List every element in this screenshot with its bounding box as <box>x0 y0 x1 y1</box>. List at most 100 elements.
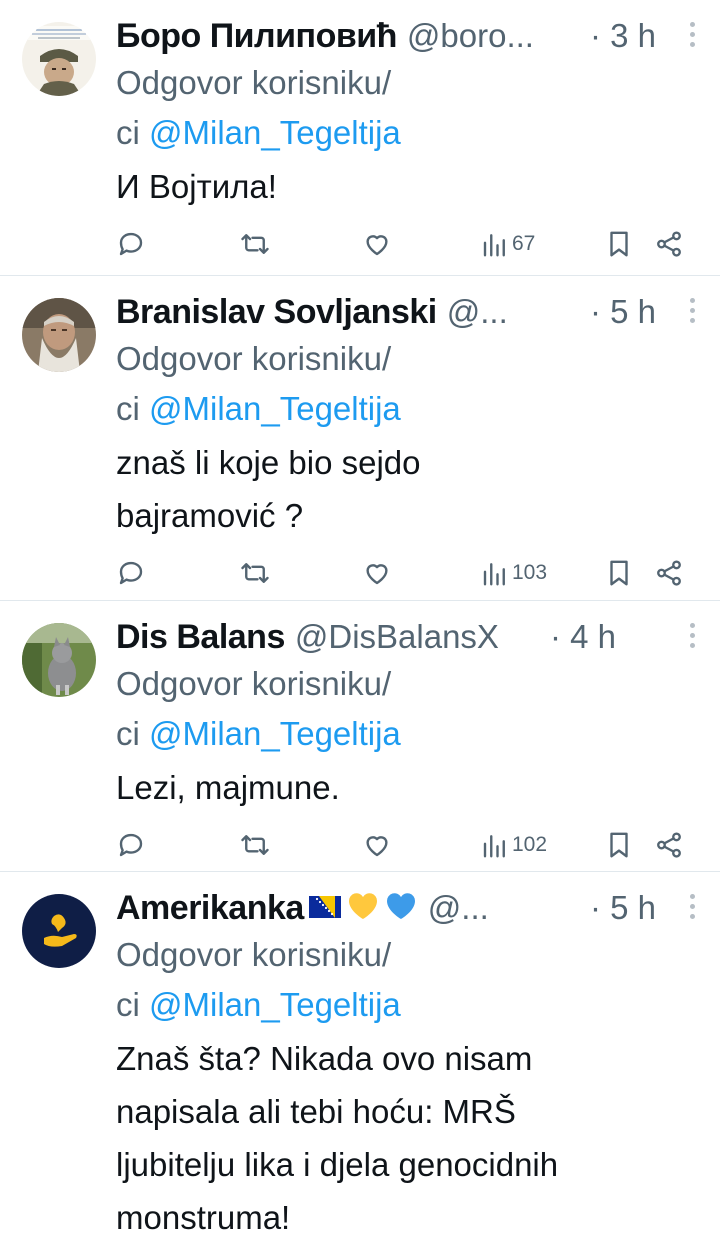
views-count: 102 <box>512 833 548 856</box>
more-options-icon[interactable] <box>688 894 696 922</box>
author-name[interactable]: Dis Balans <box>116 618 285 657</box>
action-bar: 103 <box>116 548 702 606</box>
tweet-text-line: napisala ali tebi hoću: MRŠ <box>116 1093 516 1130</box>
views-button[interactable]: 103 <box>480 558 547 588</box>
reply-button[interactable] <box>116 558 146 588</box>
reply-button[interactable] <box>116 830 146 860</box>
like-button[interactable] <box>362 229 392 259</box>
bookmark-icon <box>610 231 628 257</box>
yellow-heart-icon <box>346 889 380 928</box>
retweet-icon <box>241 563 269 583</box>
tweet-text: Lezi, majmune. <box>116 761 702 814</box>
reply-mention-link[interactable]: @Milan_Tegeltija <box>149 715 401 752</box>
author-name[interactable]: Боро Пилиповић <box>116 17 397 56</box>
timestamp[interactable]: · 5 h <box>590 293 656 331</box>
author-handle[interactable]: @... <box>447 293 508 331</box>
reply-prefix-2: ci <box>116 986 149 1023</box>
reply-icon <box>119 561 143 585</box>
views-button[interactable]: 67 <box>480 229 535 259</box>
reply-prefix: Odgovor korisniku/ <box>116 936 392 973</box>
bosnia-flag-icon <box>308 889 342 928</box>
tweet-text-line: Znaš šta? Nikada ovo nisam <box>116 1040 533 1077</box>
more-options-icon[interactable] <box>688 298 696 326</box>
reply-prefix: Odgovor korisniku/ <box>116 64 392 101</box>
heart-icon <box>366 235 388 256</box>
bookmark-icon <box>610 560 628 586</box>
heart-icon <box>366 564 388 585</box>
share-button[interactable] <box>654 830 684 860</box>
author-handle[interactable]: @boro... <box>407 17 534 55</box>
bookmark-button[interactable] <box>604 830 634 860</box>
tweet[interactable]: Боро Пилиповић @boro... · 3 h Odgovor ko… <box>0 0 720 276</box>
reply-context: Odgovor korisniku/ ci @Milan_Tegeltija <box>116 334 702 434</box>
author-name[interactable]: Amerikanka <box>116 889 304 928</box>
author-name[interactable]: Branislav Sovljanski <box>116 293 437 332</box>
retweet-button[interactable] <box>240 830 270 860</box>
tweet-text: Znaš šta? Nikada ovo nisam napisala ali … <box>116 1032 702 1244</box>
views-count: 103 <box>512 561 548 584</box>
views-button[interactable]: 102 <box>480 830 547 860</box>
reply-prefix: Odgovor korisniku/ <box>116 340 392 377</box>
timestamp[interactable]: · 4 h <box>550 618 616 656</box>
reply-mention-link[interactable]: @Milan_Tegeltija <box>149 390 401 427</box>
reply-prefix-2: ci <box>116 114 149 151</box>
views-icon <box>483 835 505 858</box>
share-icon <box>657 832 681 858</box>
share-icon <box>657 560 681 586</box>
reply-button[interactable] <box>116 229 146 259</box>
action-bar: 67 <box>116 219 702 277</box>
bookmark-icon <box>610 832 628 858</box>
reply-icon <box>119 232 143 256</box>
action-bar: 102 <box>116 820 702 878</box>
views-icon <box>483 563 505 586</box>
retweet-button[interactable] <box>240 558 270 588</box>
author-handle[interactable]: @DisBalansX <box>295 618 499 656</box>
like-button[interactable] <box>362 558 392 588</box>
retweet-button[interactable] <box>240 229 270 259</box>
reply-icon <box>119 833 143 857</box>
like-button[interactable] <box>362 830 392 860</box>
tweet[interactable]: Amerikanka @... · 5 h Odgovor korisniku/… <box>0 872 720 1239</box>
tweet[interactable]: Branislav Sovljanski @... · 5 h Odgovor … <box>0 276 720 601</box>
reply-feed: Боро Пилиповић @boro... · 3 h Odgovor ko… <box>0 0 720 1239</box>
tweet-text-line: Lezi, majmune. <box>116 769 340 806</box>
tweet[interactable]: Dis Balans @DisBalansX · 4 h Odgovor kor… <box>0 601 720 872</box>
bookmark-button[interactable] <box>604 558 634 588</box>
tweet-header: Branislav Sovljanski @... · 5 h <box>116 290 702 334</box>
share-icon <box>657 231 681 257</box>
more-options-icon[interactable] <box>688 22 696 50</box>
reply-prefix-2: ci <box>116 715 149 752</box>
tweet-header: Dis Balans @DisBalansX · 4 h <box>116 615 702 659</box>
tweet-text: znaš li koje bio sejdo bajramović ? <box>116 436 702 542</box>
tweet-header: Amerikanka @... · 5 h <box>116 886 702 930</box>
retweet-icon <box>241 835 269 855</box>
bookmark-button[interactable] <box>604 229 634 259</box>
reply-context: Odgovor korisniku/ ci @Milan_Tegeltija <box>116 659 702 759</box>
blue-heart-icon <box>384 889 418 928</box>
reply-prefix: Odgovor korisniku/ <box>116 665 392 702</box>
more-options-icon[interactable] <box>688 623 696 651</box>
share-button[interactable] <box>654 558 684 588</box>
reply-context: Odgovor korisniku/ ci @Milan_Tegeltija <box>116 930 702 1030</box>
avatar[interactable] <box>22 894 96 968</box>
tweet-text-line: znaš li koje bio sejdo <box>116 444 421 481</box>
retweet-icon <box>241 234 269 254</box>
reply-mention-link[interactable]: @Milan_Tegeltija <box>149 986 401 1023</box>
heart-icon <box>366 836 388 857</box>
author-handle[interactable]: @... <box>428 889 489 927</box>
tweet-text-line: monstruma! <box>116 1199 291 1236</box>
tweet-text: И Војтила! <box>116 160 702 213</box>
share-button[interactable] <box>654 229 684 259</box>
avatar[interactable] <box>22 298 96 372</box>
tweet-text-line: ljubitelju lika i djela genocidnih <box>116 1146 559 1183</box>
timestamp[interactable]: · 5 h <box>590 889 656 927</box>
timestamp[interactable]: · 3 h <box>590 17 656 55</box>
reply-context: Odgovor korisniku/ ci @Milan_Tegeltija <box>116 58 702 158</box>
views-icon <box>483 234 505 257</box>
views-count: 67 <box>512 232 536 255</box>
avatar[interactable] <box>22 623 96 697</box>
reply-prefix-2: ci <box>116 390 149 427</box>
reply-mention-link[interactable]: @Milan_Tegeltija <box>149 114 401 151</box>
avatar[interactable] <box>22 22 96 96</box>
tweet-header: Боро Пилиповић @boro... · 3 h <box>116 14 702 58</box>
